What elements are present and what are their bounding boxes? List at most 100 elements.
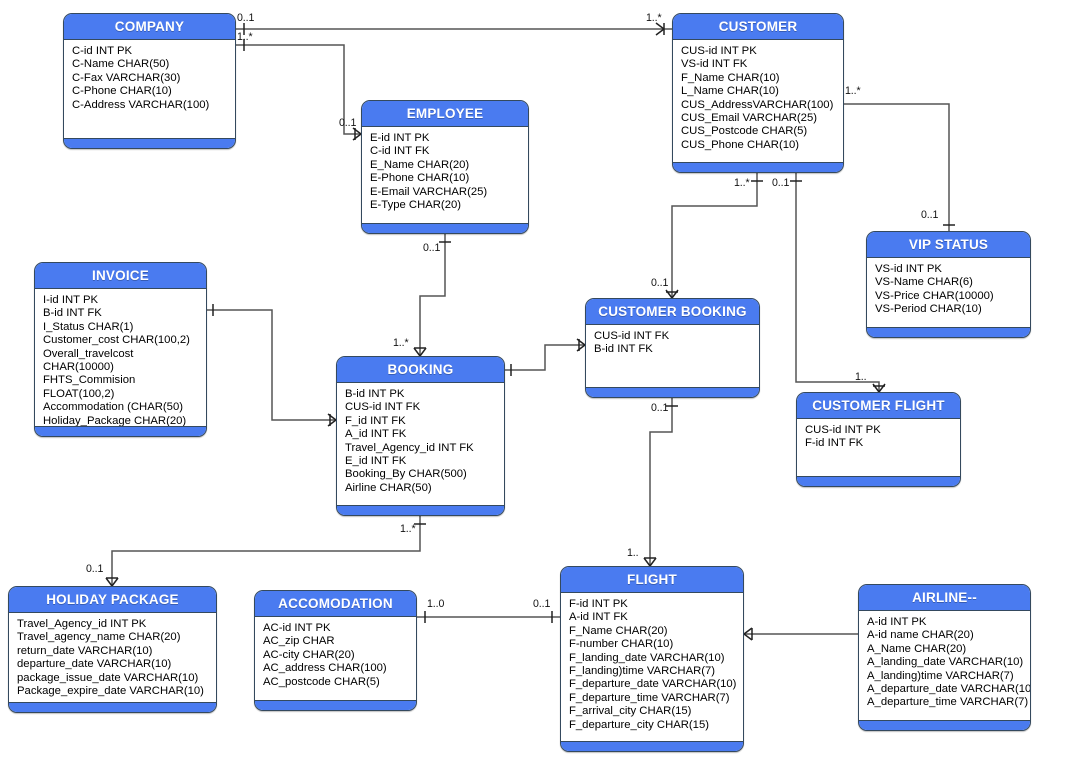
attribute-row: I_Status CHAR(1) [43,320,134,333]
attribute-row: Travel_agency_name CHAR(20) [17,631,181,644]
entity-footer [859,720,1030,730]
attribute-row: F_id INT FK [345,414,406,427]
attribute-row: AC-city CHAR(20) [263,648,355,661]
entity-title-customer-flight: CUSTOMER FLIGHT [797,393,960,419]
attribute-row: F_arrival_city CHAR(15) [569,705,692,718]
cardinality-label: 0..1 [423,242,441,254]
attribute-row: AC_postcode CHAR(5) [263,675,380,688]
cardinality-label: 1..0 [427,598,445,610]
entity-title-company: COMPANY [64,14,235,40]
attribute-row: A_id INT FK [345,428,407,441]
attribute-row: Booking_By CHAR(500) [345,468,467,481]
entity-attributes-vip-status: VS-id INT PK VS-Name CHAR(6) VS-Price CH… [867,258,1030,320]
attribute-row: Package_expire_date VARCHAR(10) [17,685,204,698]
attribute-row: L_Name CHAR(10) [681,85,779,98]
attribute-row: C-id INT PK [72,45,133,57]
attribute-row: C-Phone CHAR(10) [72,85,172,98]
entity-airline[interactable]: AIRLINE-- A-id INT PK A-id name CHAR(20)… [858,584,1031,731]
attribute-row: F_departure_city CHAR(15) [569,718,710,731]
line-booking-custbooking [505,344,585,371]
attribute-row: FHTS_Commision [43,374,136,387]
attribute-row: F-id INT PK [569,598,628,610]
attribute-row: A_landing_date VARCHAR(10) [867,656,1024,669]
attribute-row: VS-id INT PK [875,263,942,275]
entity-booking[interactable]: BOOKING B-id INT PK CUS-id INT FK F_id I… [336,356,505,516]
attribute-row: E-id INT PK [370,132,430,144]
entity-attributes-company: C-id INT PK C-Name CHAR(50) C-Fax VARCHA… [64,40,235,115]
entity-vip-status[interactable]: VIP STATUS VS-id INT PK VS-Name CHAR(6) … [866,231,1031,338]
attribute-row: FLOAT(100,2) [43,387,115,400]
entity-footer [255,700,416,710]
attribute-row: VS-Period CHAR(10) [875,303,982,316]
entity-company[interactable]: COMPANY C-id INT PK C-Name CHAR(50) C-Fa… [63,13,236,149]
attribute-row: Overall_travelcost [43,347,134,360]
attribute-row: F_departure_time VARCHAR(7) [569,691,730,704]
cardinality-label: 1.. [627,547,639,559]
attribute-row: F-number CHAR(10) [569,638,674,651]
attribute-row: E_id INT FK [345,455,407,468]
entity-title-flight: FLIGHT [561,567,743,593]
cardinality-label: 0..1 [339,117,357,129]
cardinality-label: 1..* [237,31,253,43]
entity-footer [362,223,528,233]
attribute-row: AC_zip CHAR [263,635,335,648]
attribute-row: A_departure_time VARCHAR(7) [867,696,1029,709]
attribute-row: CUS-id INT PK [681,45,757,57]
entity-invoice[interactable]: INVOICE I-id INT PK B-id INT FK I_Status… [34,262,207,437]
line-invoice-booking [207,309,336,421]
attribute-row: return_date VARCHAR(10) [17,644,153,657]
entity-footer [797,476,960,486]
entity-accomodation[interactable]: ACCOMODATION AC-id INT PK AC_zip CHAR AC… [254,590,417,711]
attribute-row: F_Name CHAR(20) [569,624,668,637]
entity-customer-flight[interactable]: CUSTOMER FLIGHT CUS-id INT PK F-id INT F… [796,392,961,487]
cardinality-label: 0..1 [772,177,790,189]
er-diagram-canvas: .ln { stroke: #555555; stroke-width: 1.5… [0,0,1082,757]
attribute-row: CHAR(10000) [43,361,114,374]
entity-attributes-booking: B-id INT PK CUS-id INT FK F_id INT FK A_… [337,383,504,498]
attribute-row: VS-Price CHAR(10000) [875,289,994,302]
entity-attributes-accomodation: AC-id INT PK AC_zip CHAR AC-city CHAR(20… [255,617,416,692]
attribute-row: A_landing)time VARCHAR(7) [867,669,1014,682]
attribute-row: B-id INT FK [594,343,653,356]
attribute-row: A_departure_date VARCHAR(10) [867,683,1031,696]
cardinality-label: 0..1 [86,563,104,575]
cardinality-label: 0..1 [651,277,669,289]
attribute-row: A-id INT FK [569,611,628,624]
attribute-row: F_landing)time VARCHAR(7) [569,665,716,678]
entity-attributes-invoice: I-id INT PK B-id INT FK I_Status CHAR(1)… [35,289,206,431]
cardinality-label: 1..* [400,523,416,535]
entity-title-invoice: INVOICE [35,263,206,289]
attribute-row: I-id INT PK [43,294,99,306]
attribute-row: E-Email VARCHAR(25) [370,185,488,198]
entity-holiday-package[interactable]: HOLIDAY PACKAGE Travel_Agency_id INT PK … [8,586,217,713]
attribute-row: Airline CHAR(50) [345,481,432,494]
entity-footer [561,741,743,751]
cardinality-label: 0..1 [237,12,255,24]
attribute-row: CUS-id INT FK [345,401,421,414]
entity-footer [673,162,843,172]
entity-customer[interactable]: CUSTOMER CUS-id INT PK VS-id INT FK F_Na… [672,13,844,173]
attribute-row: E-Type CHAR(20) [370,199,462,212]
attribute-row: B-id INT PK [345,388,405,400]
entity-title-booking: BOOKING [337,357,504,383]
entity-employee[interactable]: EMPLOYEE E-id INT PK C-id INT FK E_Name … [361,100,529,234]
entity-attributes-customer-flight: CUS-id INT PK F-id INT FK [797,419,960,454]
entity-title-employee: EMPLOYEE [362,101,528,127]
entity-flight[interactable]: FLIGHT F-id INT PK A-id INT FK F_Name CH… [560,566,744,752]
entity-attributes-customer-booking: CUS-id INT FK B-id INT FK [586,325,759,360]
attribute-row: F_Name CHAR(10) [681,71,780,84]
attribute-row: C-Address VARCHAR(100) [72,98,210,111]
attribute-row: Travel_Agency_id INT PK [17,618,147,630]
entity-footer [586,387,759,397]
attribute-row: C-Fax VARCHAR(30) [72,71,181,84]
attribute-row: AC-id INT PK [263,622,331,634]
cardinality-label: 0..1 [921,209,939,221]
attribute-row: F-id INT FK [805,437,864,450]
entity-footer [9,702,216,712]
cardinality-label: 0..1 [533,598,551,610]
attribute-row: B-id INT FK [43,307,102,320]
entity-title-accomodation: ACCOMODATION [255,591,416,617]
attribute-row: VS-id INT FK [681,58,748,71]
attribute-row: Travel_Agency_id INT FK [345,441,474,454]
entity-customer-booking[interactable]: CUSTOMER BOOKING CUS-id INT FK B-id INT … [585,298,760,398]
